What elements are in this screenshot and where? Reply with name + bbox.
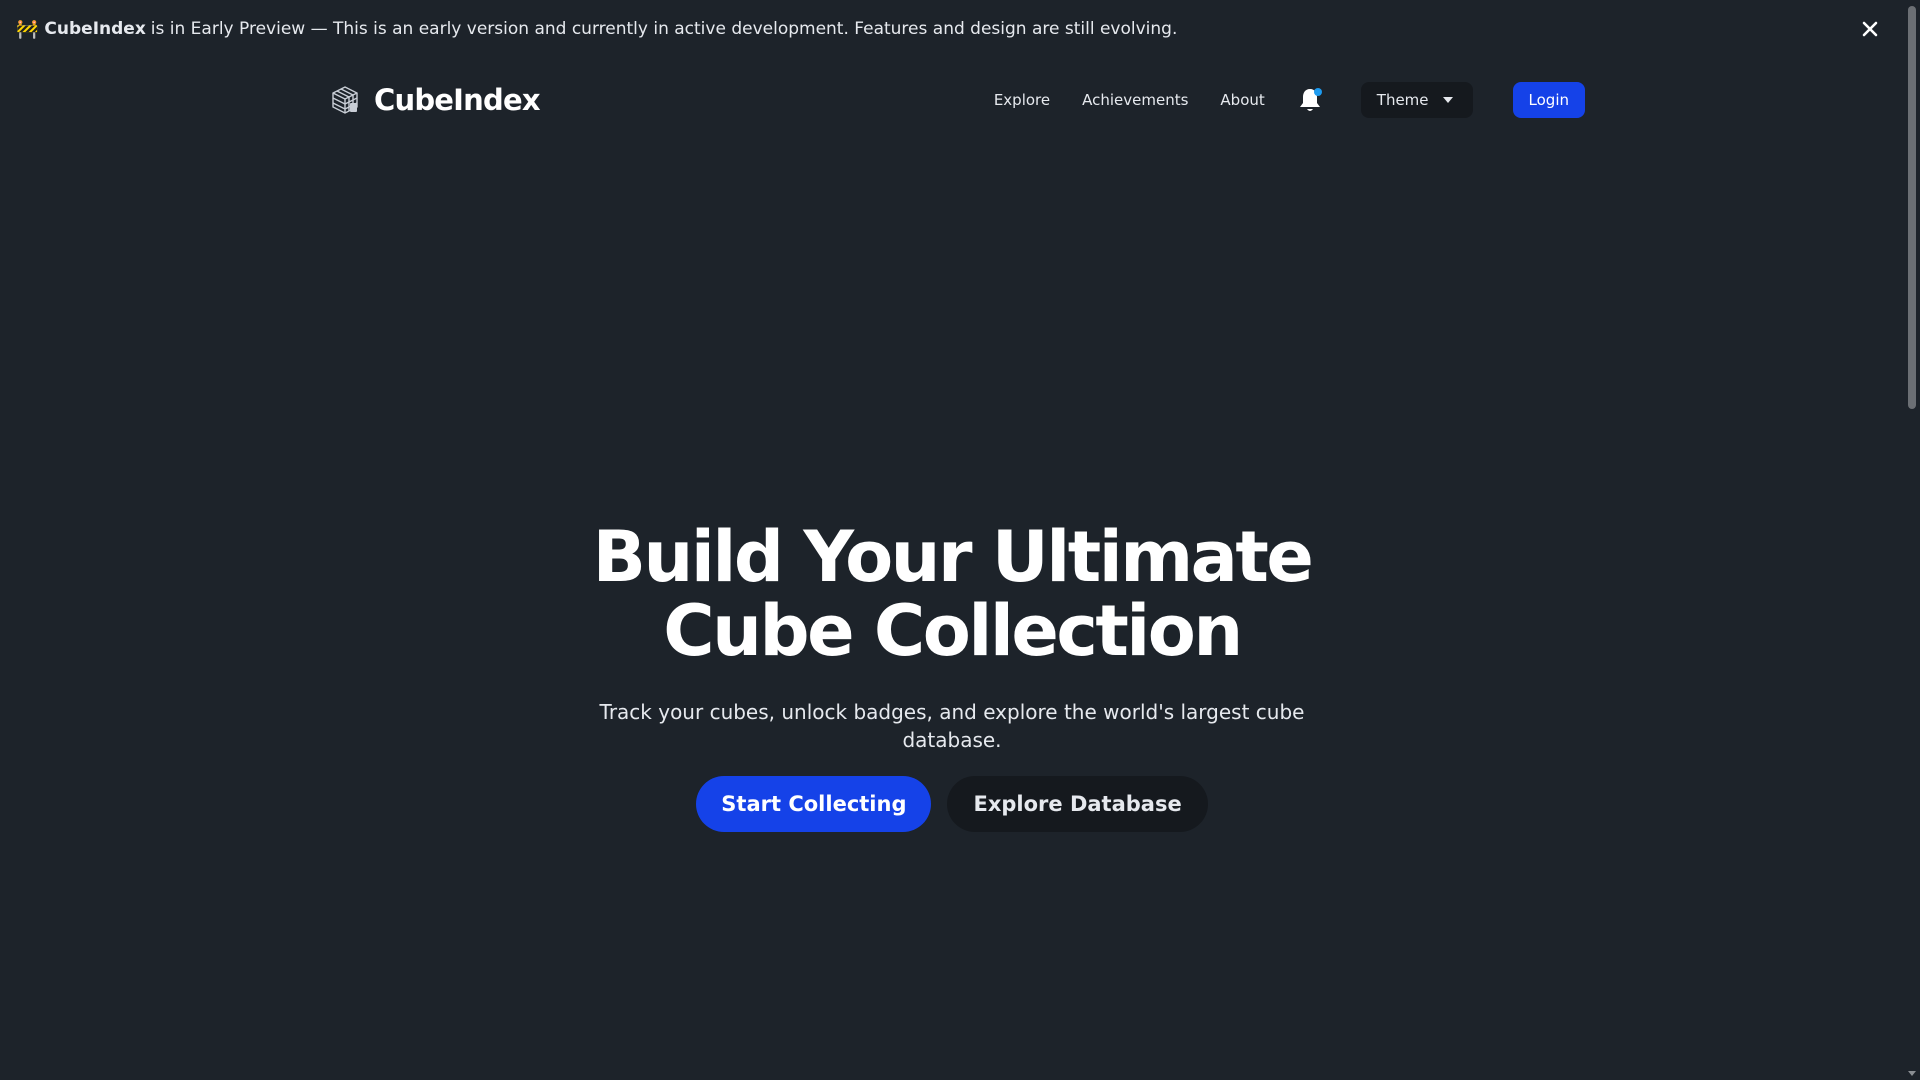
logo-link[interactable]: CubeIndex xyxy=(330,83,541,117)
login-button[interactable]: Login xyxy=(1512,82,1585,118)
nav-link-about[interactable]: About xyxy=(1204,83,1280,117)
scrollbar-thumb[interactable] xyxy=(1908,6,1916,409)
construction-icon: 🚧 xyxy=(16,18,39,40)
hero-buttons: Start Collecting Explore Database xyxy=(696,776,1208,832)
theme-dropdown[interactable]: Theme xyxy=(1360,82,1473,118)
explore-database-button[interactable]: Explore Database xyxy=(947,776,1208,832)
caret-down-icon xyxy=(1442,97,1453,103)
vertical-scrollbar[interactable] xyxy=(1904,0,1920,1080)
banner-close-button[interactable] xyxy=(1856,15,1884,43)
navbar: CubeIndex Explore Achievements About The… xyxy=(330,78,1585,122)
theme-label: Theme xyxy=(1376,91,1429,109)
hero-subtitle: Track your cubes, unlock badges, and exp… xyxy=(599,700,1305,752)
hero-section: Build Your Ultimate Cube Collection Trac… xyxy=(480,520,1424,832)
start-collecting-button[interactable]: Start Collecting xyxy=(696,776,932,832)
page: 🚧 CubeIndex is in Early Preview — This i… xyxy=(0,0,1920,1080)
logo-text: CubeIndex xyxy=(374,83,541,117)
hero-title: Build Your Ultimate Cube Collection xyxy=(592,516,1314,672)
nav-link-achievements[interactable]: Achievements xyxy=(1066,83,1204,117)
close-icon xyxy=(1862,21,1878,37)
nav-links: Explore Achievements About Theme Login xyxy=(978,82,1585,118)
notification-dot xyxy=(1313,88,1322,96)
hero-title-line1: Build Your Ultimate xyxy=(592,516,1314,598)
early-preview-banner: 🚧 CubeIndex is in Early Preview — This i… xyxy=(0,0,1904,58)
hero-title-line2: Cube Collection xyxy=(663,590,1243,672)
nav-link-explore[interactable]: Explore xyxy=(978,83,1066,117)
notifications-button[interactable] xyxy=(1295,85,1325,115)
banner-message: is in Early Preview — This is an early v… xyxy=(150,19,1178,39)
banner-brand: CubeIndex xyxy=(44,19,146,39)
cube-logo-icon xyxy=(332,86,358,114)
scroll-down-arrow-icon[interactable] xyxy=(1908,1071,1916,1076)
